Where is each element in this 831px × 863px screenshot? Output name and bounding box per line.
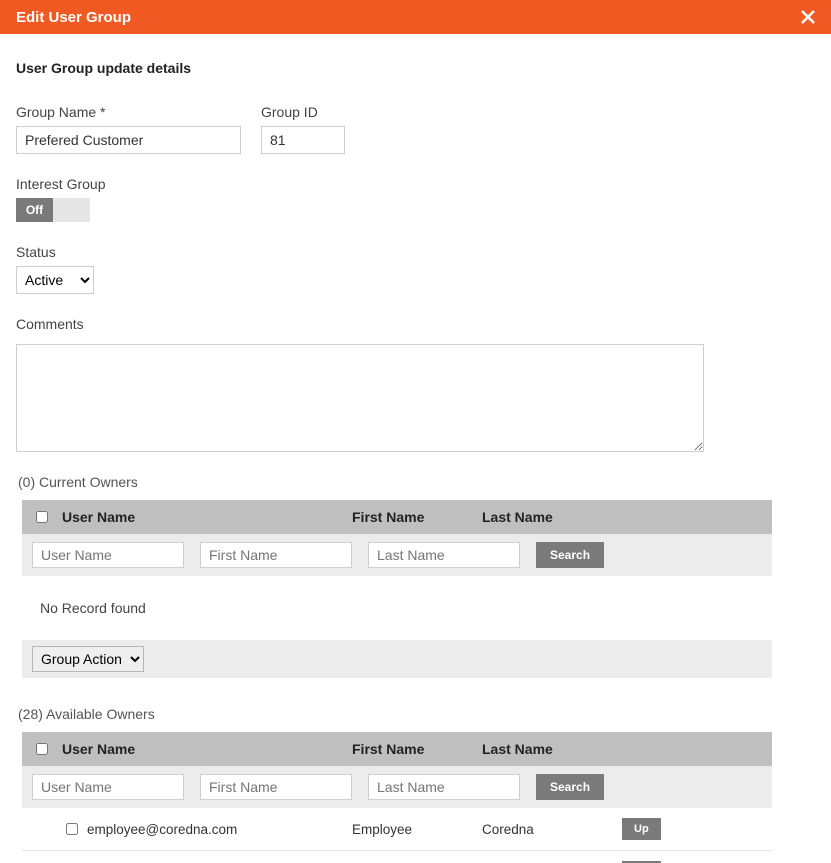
available-filter-lastname[interactable] (368, 774, 520, 800)
comments-label: Comments (16, 316, 815, 332)
status-label: Status (16, 244, 94, 260)
group-action-row: Group Action (22, 640, 772, 678)
col-header-username: User Name (62, 741, 352, 757)
table-row: employee@coredna.com Employee Coredna Up (22, 808, 772, 851)
toggle-state-text: Off (16, 198, 53, 222)
close-icon[interactable] (799, 8, 817, 26)
row-checkbox[interactable] (66, 823, 78, 835)
current-owners-heading: (0) Current Owners (18, 474, 815, 490)
current-filter-firstname[interactable] (200, 542, 352, 568)
available-owners-table: User Name First Name Last Name Search em… (22, 732, 772, 863)
current-owners-filter-row: Search (22, 534, 772, 576)
group-action-select[interactable]: Group Action (32, 646, 144, 672)
col-header-lastname: Last Name (482, 509, 622, 525)
comments-textarea[interactable] (16, 344, 704, 452)
current-owners-select-all[interactable] (36, 511, 48, 523)
col-header-firstname: First Name (352, 509, 482, 525)
available-owners-header-row: User Name First Name Last Name (22, 732, 772, 766)
group-name-input[interactable] (16, 126, 241, 154)
current-owners-table: User Name First Name Last Name Search No… (22, 500, 772, 678)
available-owners-select-all[interactable] (36, 743, 48, 755)
available-filter-firstname[interactable] (200, 774, 352, 800)
current-filter-username[interactable] (32, 542, 184, 568)
row-lastname: Coredna (482, 822, 622, 837)
up-button[interactable]: Up (622, 818, 661, 840)
table-row: preferedcustomer@coredna.com Prefered Cu… (22, 851, 772, 863)
col-header-lastname: Last Name (482, 741, 622, 757)
group-name-label: Group Name * (16, 104, 241, 120)
current-owners-header-row: User Name First Name Last Name (22, 500, 772, 534)
available-owners-search-button[interactable]: Search (536, 774, 604, 800)
row-firstname: Employee (352, 822, 482, 837)
col-header-username: User Name (62, 509, 352, 525)
current-owners-no-record: No Record found (22, 576, 772, 640)
interest-group-toggle[interactable]: Off (16, 198, 90, 222)
col-header-firstname: First Name (352, 741, 482, 757)
group-id-input[interactable] (261, 126, 345, 154)
section-title: User Group update details (16, 60, 815, 76)
row-username: employee@coredna.com (87, 822, 237, 837)
interest-group-label: Interest Group (16, 176, 106, 192)
available-filter-username[interactable] (32, 774, 184, 800)
available-owners-filter-row: Search (22, 766, 772, 808)
current-owners-search-button[interactable]: Search (536, 542, 604, 568)
current-filter-lastname[interactable] (368, 542, 520, 568)
status-select[interactable]: Active (16, 266, 94, 294)
group-id-label: Group ID (261, 104, 345, 120)
modal-title: Edit User Group (16, 9, 131, 26)
titlebar: Edit User Group (0, 0, 831, 34)
available-owners-heading: (28) Available Owners (18, 706, 815, 722)
modal-scroll[interactable]: Edit User Group User Group update detail… (0, 0, 831, 863)
